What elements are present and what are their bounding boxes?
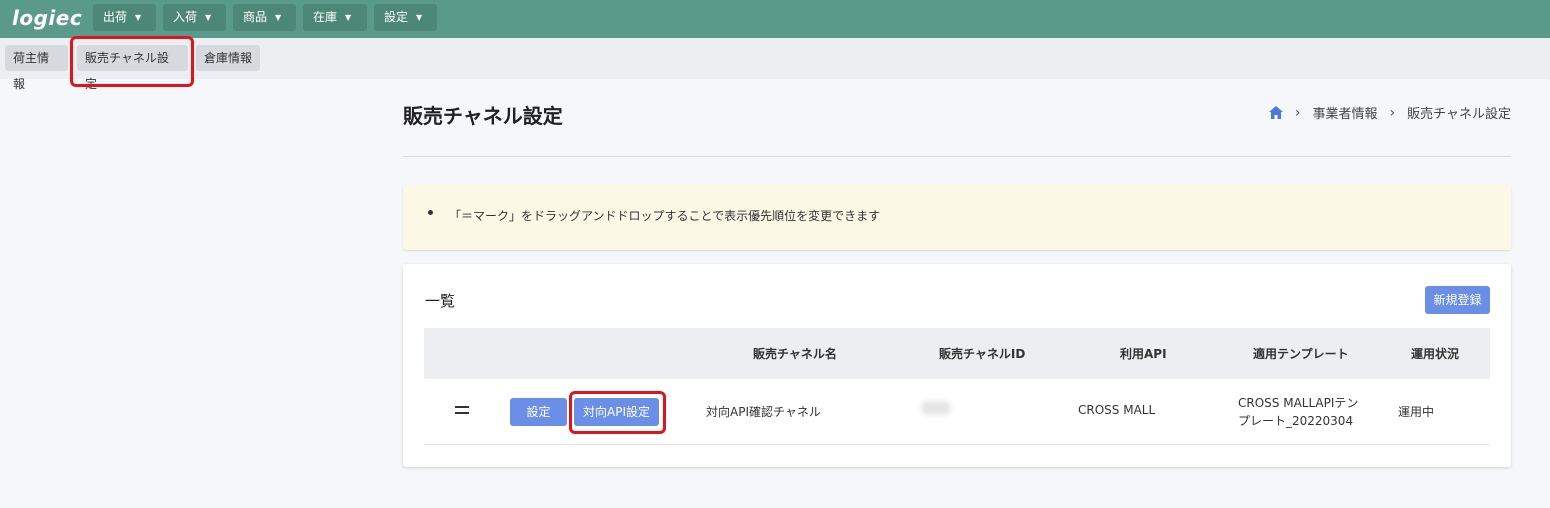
column-header: 利用API (1120, 347, 1167, 361)
drag-handle-icon[interactable] (455, 406, 469, 414)
top-nav-bar: logiec 出荷 ▼ 入荷 ▼ 商品 ▼ 在庫 ▼ 設定 ▼ (0, 0, 1550, 38)
caret-down-icon: ▼ (345, 13, 352, 22)
table-header: 販売チャネル名 販売チャネルID 利用API 適用テンプレート 運用状況 (424, 328, 1490, 379)
channel-id-cell (921, 401, 951, 415)
caret-down-icon: ▼ (416, 13, 423, 22)
settings-button[interactable]: 設定 (510, 398, 567, 426)
column-header: 運用状況 (1411, 347, 1460, 361)
template-line: CROSS MALLAPIテン (1238, 396, 1359, 410)
divider (403, 156, 1511, 157)
new-register-button[interactable]: 新規登録 (1425, 286, 1490, 314)
column-header: 適用テンプレート (1253, 347, 1349, 361)
highlight-box (70, 36, 194, 87)
menu-products[interactable]: 商品 ▼ (233, 4, 296, 31)
menu-settings-label: 設定 (384, 10, 409, 24)
api-cell: CROSS MALL (1078, 403, 1156, 417)
menu-products-label: 商品 (243, 10, 268, 24)
caret-down-icon: ▼ (205, 13, 212, 22)
list-title: 一覧 (425, 292, 456, 310)
breadcrumb-item: 販売チャネル設定 (1407, 107, 1511, 122)
menu-shipping[interactable]: 出荷 ▼ (93, 4, 156, 31)
page-title: 販売チャネル設定 (403, 104, 563, 128)
chevron-right-icon: › (1294, 104, 1301, 121)
menu-inventory[interactable]: 在庫 ▼ (303, 4, 367, 31)
tab-warehouse-info[interactable]: 倉庫情報 (196, 45, 260, 71)
table-row: 設定 対向API設定 対向API確認チャネル CROSS MALL CROSS … (424, 379, 1490, 445)
channel-name-cell: 対向API確認チャネル (706, 405, 821, 419)
home-icon[interactable] (1268, 106, 1283, 119)
status-cell: 運用中 (1398, 405, 1435, 419)
caret-down-icon: ▼ (135, 13, 142, 22)
list-card: 一覧 新規登録 販売チャネル名 販売チャネルID 利用API 適用テンプレート … (403, 264, 1511, 467)
tab-shipper-info[interactable]: 荷主情報 (5, 45, 68, 91)
menu-receiving[interactable]: 入荷 ▼ (163, 4, 226, 31)
app-logo[interactable]: logiec (12, 6, 82, 30)
menu-inventory-label: 在庫 (313, 10, 338, 24)
highlight-box (569, 391, 666, 434)
column-header: 販売チャネルID (939, 347, 1026, 361)
sub-nav-bar: 荷主情報 販売チャネル設定 倉庫情報 (0, 38, 1550, 91)
template-line: プレート_20220304 (1238, 414, 1354, 428)
chevron-right-icon: › (1389, 104, 1396, 121)
breadcrumb: › 事業者情報 › 販売チャネル設定 (1268, 103, 1511, 122)
menu-receiving-label: 入荷 (173, 10, 198, 24)
menu-shipping-label: 出荷 (103, 10, 128, 24)
menu-settings[interactable]: 設定 ▼ (374, 4, 437, 31)
notice-text: 「＝マーク」をドラッグアンドドロップすることで表示優先順位を変更できます (449, 209, 881, 223)
bullet-icon (428, 210, 433, 215)
column-header: 販売チャネル名 (753, 347, 837, 361)
template-cell: CROSS MALLAPIテン プレート_20220304 (1238, 394, 1358, 430)
notice-box: 「＝マーク」をドラッグアンドドロップすることで表示優先順位を変更できます (403, 185, 1511, 250)
caret-down-icon: ▼ (275, 13, 282, 22)
breadcrumb-item[interactable]: 事業者情報 (1313, 103, 1378, 122)
